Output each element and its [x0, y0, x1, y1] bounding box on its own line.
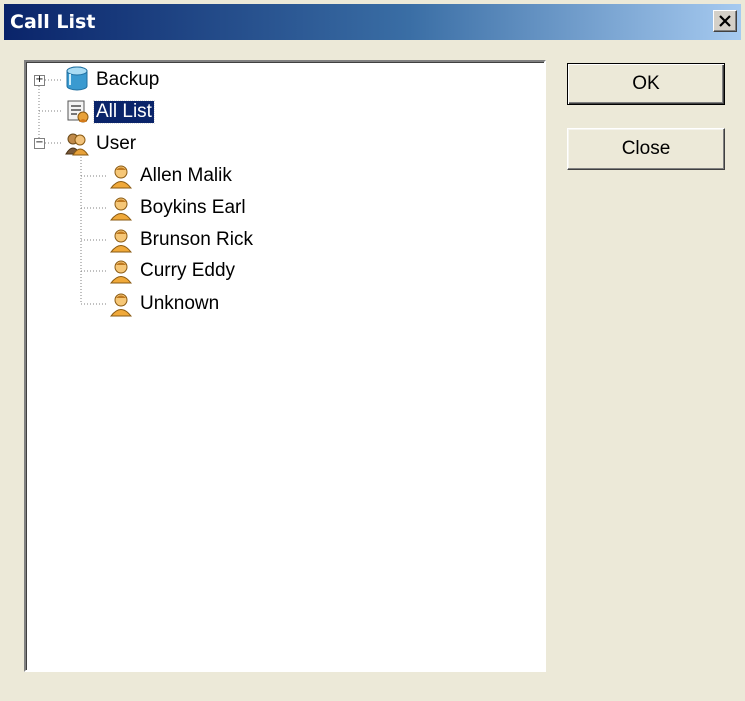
tree-node-curry-eddy[interactable]: Curry Eddy [138, 257, 237, 285]
list-icon [67, 100, 89, 123]
window-title: Call List [10, 11, 96, 33]
close-button[interactable]: Close [567, 128, 725, 170]
user-icon [109, 293, 133, 317]
tree-node-label: Boykins Earl [140, 197, 246, 218]
user-icon [109, 197, 133, 221]
tree-node-label: Backup [96, 69, 160, 90]
tree-node-label: Brunson Rick [140, 229, 253, 250]
tree-node-label: User [96, 133, 137, 154]
database-icon [66, 66, 88, 91]
ok-button[interactable]: OK [567, 63, 725, 105]
tree-node-unknown[interactable]: Unknown [138, 290, 221, 318]
user-icon [109, 260, 133, 284]
tree-node-label: Unknown [140, 293, 220, 314]
user-icon [109, 229, 133, 253]
tree-node-label: Curry Eddy [140, 260, 236, 281]
tree-node-allen-malik[interactable]: Allen Malik [138, 162, 234, 190]
collapse-user-toggle[interactable]: − [34, 138, 45, 149]
call-list-dialog: Call List + Backup All List − User Allen… [0, 0, 745, 701]
tree-node-boykins-earl[interactable]: Boykins Earl [138, 194, 248, 222]
expand-backup-toggle[interactable]: + [34, 75, 45, 86]
call-list-tree[interactable]: + Backup All List − User Allen Malik Boy… [24, 60, 546, 672]
tree-node-all-list[interactable]: All List [93, 98, 155, 126]
tree-node-backup[interactable]: Backup [94, 66, 161, 94]
tree-node-user[interactable]: User [94, 130, 138, 158]
tree-node-label: Allen Malik [140, 165, 232, 186]
title-bar[interactable]: Call List [4, 4, 741, 40]
tree-node-brunson-rick[interactable]: Brunson Rick [138, 226, 255, 254]
tree-node-label: All List [93, 100, 155, 124]
window-close-button[interactable] [713, 10, 737, 32]
close-icon [719, 15, 731, 27]
user-group-icon [65, 133, 89, 156]
user-icon [109, 165, 133, 189]
